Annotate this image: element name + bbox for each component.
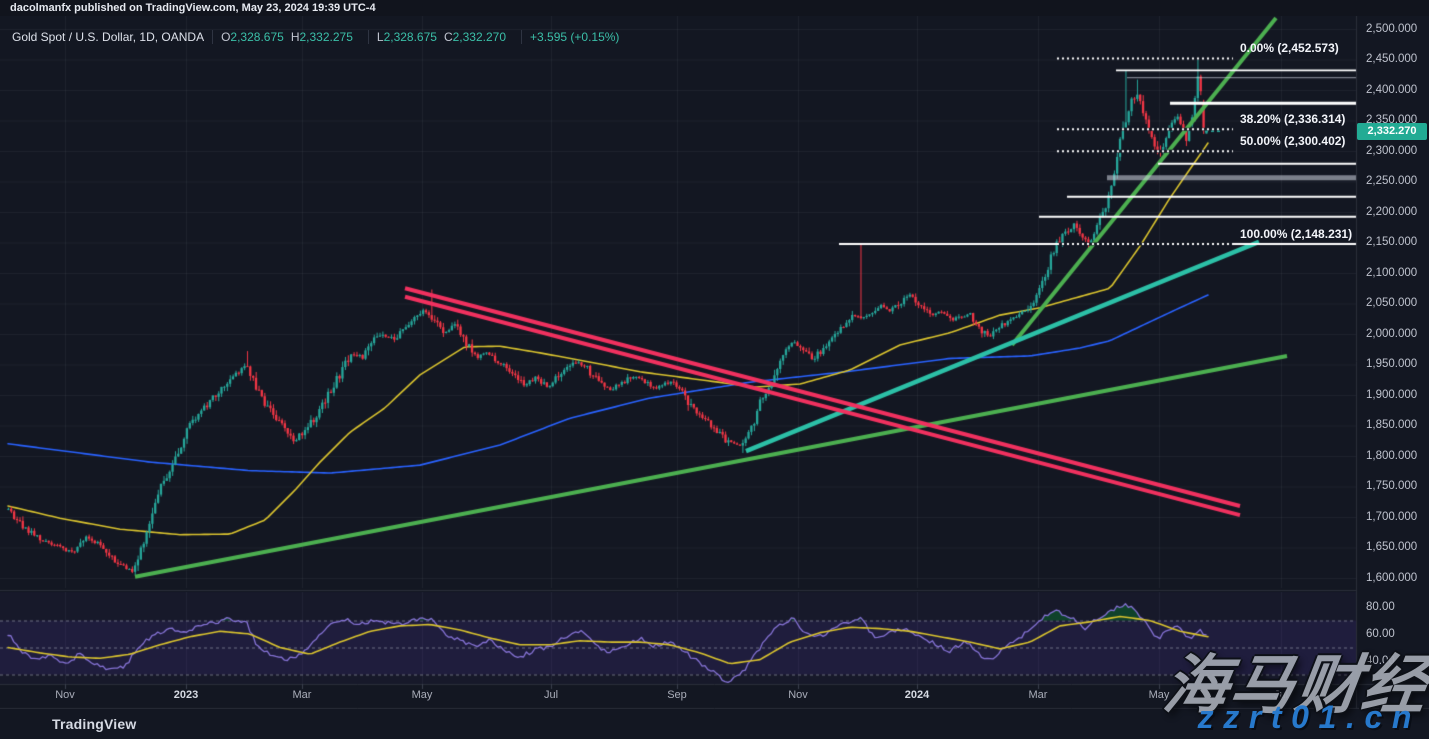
- time-axis-label: 2024: [905, 689, 929, 701]
- price-axis-label: 2,000.000: [1366, 328, 1417, 340]
- price-chart-canvas[interactable]: [0, 0, 1429, 739]
- time-axis-label: Nov: [788, 689, 808, 701]
- price-axis-label: 2,150.000: [1366, 236, 1417, 248]
- ohlc-high: H2,332.275: [291, 30, 353, 44]
- time-axis-label: Mar: [1029, 689, 1048, 701]
- price-axis-label: 1,750.000: [1366, 480, 1417, 492]
- price-axis-label: 1,800.000: [1366, 450, 1417, 462]
- symbol-title[interactable]: Gold Spot / U.S. Dollar, 1D, OANDA: [12, 30, 204, 44]
- price-axis-label: 1,950.000: [1366, 358, 1417, 370]
- legend-divider: [521, 30, 522, 44]
- price-axis-label: 1,600.000: [1366, 572, 1417, 584]
- price-axis-label: 2,250.000: [1366, 175, 1417, 187]
- price-axis-label: 2,500.000: [1366, 23, 1417, 35]
- time-axis-label: Jul: [544, 689, 558, 701]
- chart-legend[interactable]: Gold Spot / U.S. Dollar, 1D, OANDA O2,32…: [12, 30, 619, 44]
- change-value: +3.595 (+0.15%): [530, 30, 619, 44]
- price-axis-label: 2,200.000: [1366, 206, 1417, 218]
- publish-info-text: dacolmanfx published on TradingView.com,…: [10, 2, 376, 14]
- time-axis-label: Nov: [55, 689, 75, 701]
- time-axis-label: May: [412, 689, 433, 701]
- tradingview-wordmark[interactable]: TradingView: [52, 716, 136, 732]
- ohlc-open: O2,328.675: [221, 30, 284, 44]
- price-axis-label: 2,300.000: [1366, 145, 1417, 157]
- price-axis-label: 2,050.000: [1366, 297, 1417, 309]
- fib-level-label: 38.20% (2,336.314): [1240, 112, 1345, 126]
- ohlc-low: L2,328.675: [377, 30, 437, 44]
- tradingview-published-chart: dacolmanfx published on TradingView.com,…: [0, 0, 1429, 739]
- legend-divider: [368, 30, 369, 44]
- time-axis-label: Mar: [293, 689, 312, 701]
- price-axis-label: 1,700.000: [1366, 511, 1417, 523]
- time-axis-label: 2023: [174, 689, 198, 701]
- price-axis-label: 1,850.000: [1366, 419, 1417, 431]
- time-axis-label: Sep: [667, 689, 687, 701]
- fib-level-label: 100.00% (2,148.231): [1240, 227, 1352, 241]
- fib-level-label: 0.00% (2,452.573): [1240, 41, 1339, 55]
- legend-divider: [212, 30, 213, 44]
- last-price-badge: 2,332.270: [1357, 123, 1427, 140]
- price-axis-label: 2,450.000: [1366, 53, 1417, 65]
- ohlc-close: C2,332.270: [444, 30, 506, 44]
- watermark-site: zzrt01.cn: [1198, 699, 1421, 736]
- price-axis-label: 1,900.000: [1366, 389, 1417, 401]
- price-axis-label: 2,100.000: [1366, 267, 1417, 279]
- rsi-axis-label: 80.00: [1366, 601, 1395, 613]
- fib-level-label: 50.00% (2,300.402): [1240, 134, 1345, 148]
- publish-info-bar: dacolmanfx published on TradingView.com,…: [0, 0, 1429, 16]
- price-axis-label: 1,650.000: [1366, 541, 1417, 553]
- price-axis-label: 2,400.000: [1366, 84, 1417, 96]
